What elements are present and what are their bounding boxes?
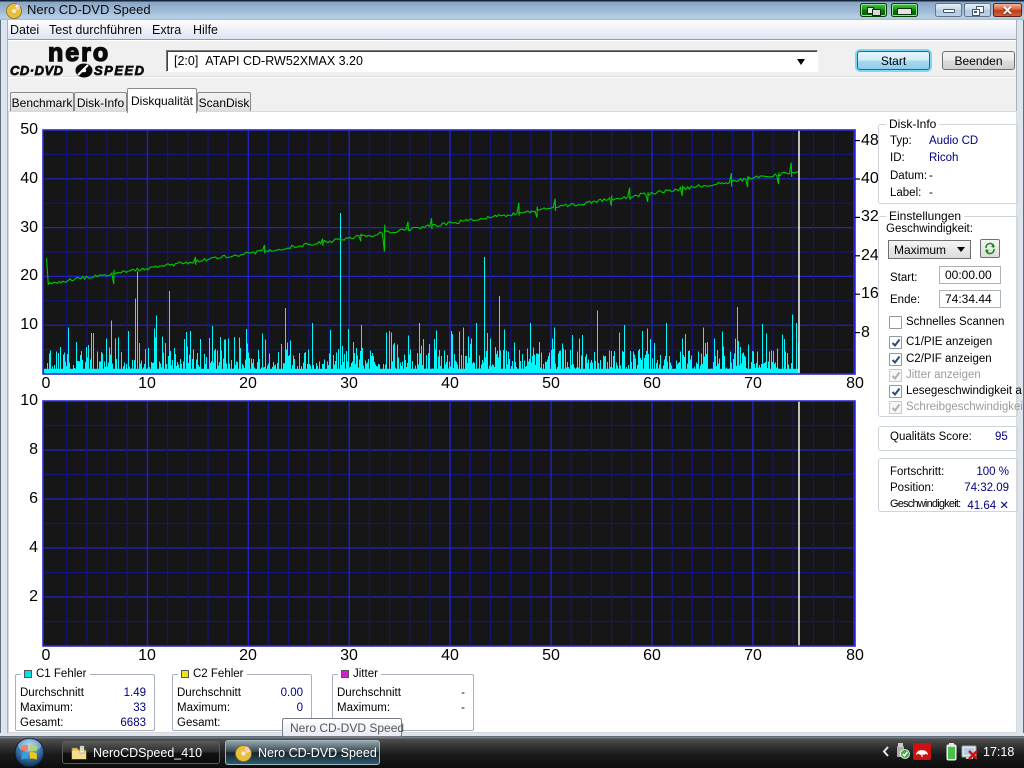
svg-text:30: 30: [340, 647, 358, 664]
svg-text:20: 20: [239, 375, 257, 392]
svg-text:24: 24: [861, 247, 879, 264]
svg-text:32: 32: [861, 208, 879, 225]
svg-text:50: 50: [20, 121, 38, 138]
svg-text:48: 48: [861, 132, 879, 149]
svg-text:80: 80: [846, 375, 864, 392]
svg-text:50: 50: [542, 375, 560, 392]
svg-text:50: 50: [542, 647, 560, 664]
svg-text:8: 8: [861, 324, 870, 341]
svg-text:8: 8: [29, 441, 38, 458]
svg-text:6: 6: [29, 490, 38, 507]
svg-text:40: 40: [861, 170, 879, 187]
svg-text:20: 20: [239, 647, 257, 664]
svg-text:40: 40: [441, 647, 459, 664]
svg-text:16: 16: [861, 285, 879, 302]
svg-text:10: 10: [138, 647, 156, 664]
svg-text:4: 4: [29, 539, 38, 556]
svg-text:30: 30: [340, 375, 358, 392]
svg-text:40: 40: [441, 375, 459, 392]
svg-text:2: 2: [29, 588, 38, 605]
svg-text:0: 0: [42, 647, 51, 664]
svg-text:40: 40: [20, 170, 38, 187]
svg-text:10: 10: [20, 392, 38, 409]
svg-text:70: 70: [744, 647, 762, 664]
svg-text:0: 0: [42, 375, 51, 392]
svg-text:60: 60: [643, 647, 661, 664]
svg-text:20: 20: [20, 267, 38, 284]
svg-text:10: 10: [138, 375, 156, 392]
svg-text:30: 30: [20, 219, 38, 236]
svg-text:70: 70: [744, 375, 762, 392]
svg-text:80: 80: [846, 647, 864, 664]
svg-text:10: 10: [20, 316, 38, 333]
svg-text:60: 60: [643, 375, 661, 392]
